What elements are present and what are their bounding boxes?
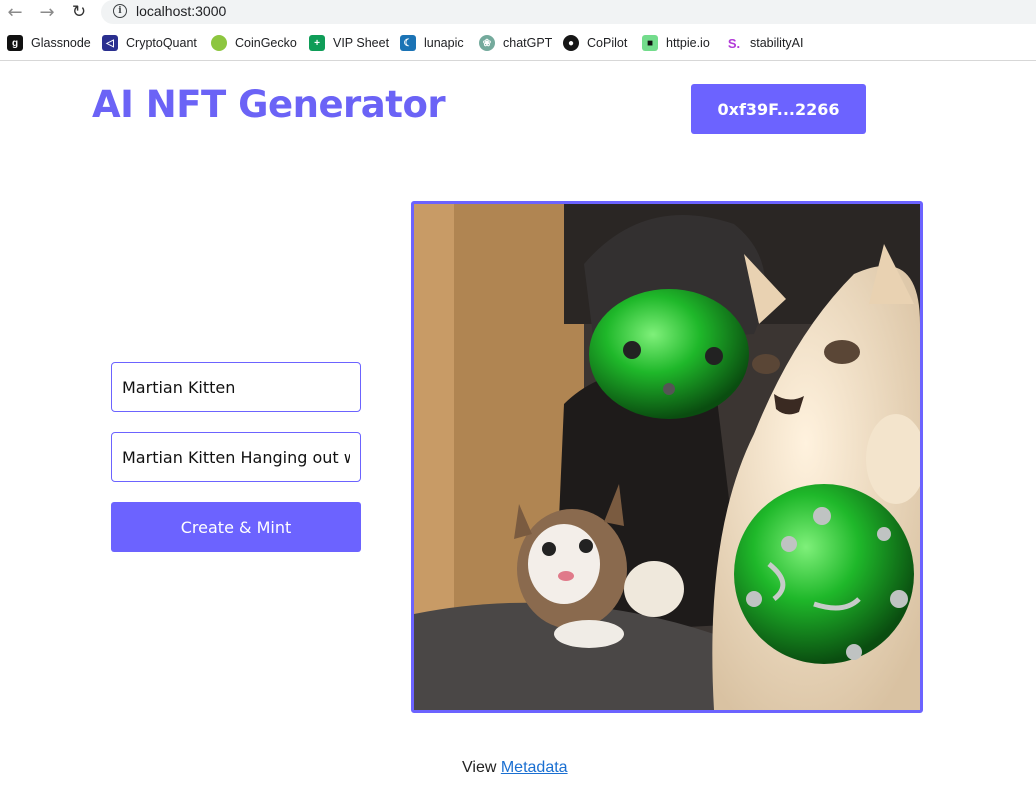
- forward-arrow-icon[interactable]: →: [35, 0, 59, 24]
- bookmark-label: CoinGecko: [235, 36, 297, 50]
- github-icon: ●: [563, 35, 579, 51]
- chrome-divider: [0, 60, 1036, 61]
- bookmark-label: stabilityAI: [750, 36, 804, 50]
- sheets-icon: +: [309, 35, 325, 51]
- generated-nft-image: [411, 201, 923, 713]
- create-mint-button[interactable]: Create & Mint: [111, 502, 361, 552]
- stability-icon: S.: [726, 35, 742, 51]
- bookmark-label: VIP Sheet: [333, 36, 390, 50]
- bookmark-glassnode[interactable]: g Glassnode: [7, 34, 91, 52]
- metadata-link[interactable]: Metadata: [501, 759, 568, 776]
- bookmark-label: CryptoQuant: [126, 36, 197, 50]
- bookmark-lunapic[interactable]: ☾ lunapic: [400, 34, 464, 52]
- nft-image-graphic: [414, 204, 920, 710]
- site-info-icon[interactable]: i: [113, 4, 127, 18]
- bookmark-label: httpie.io: [666, 36, 710, 50]
- coingecko-icon: [211, 35, 227, 51]
- bookmark-chatgpt[interactable]: ❀ chatGPT: [479, 34, 552, 52]
- view-label: View: [462, 759, 497, 776]
- browser-toolbar: ← → ↻ i localhost:3000: [0, 0, 1036, 26]
- wallet-account-button[interactable]: 0xf39F...2266: [691, 84, 866, 134]
- view-metadata: View Metadata: [462, 759, 568, 777]
- bookmark-label: CoPilot: [587, 36, 628, 50]
- name-input[interactable]: [111, 362, 361, 412]
- page-title: AI NFT Generator: [92, 83, 446, 126]
- glassnode-icon: g: [7, 35, 23, 51]
- description-input[interactable]: [111, 432, 361, 482]
- bookmark-coingecko[interactable]: CoinGecko: [211, 34, 297, 52]
- httpie-icon: ■: [642, 35, 658, 51]
- url-text: localhost:3000: [136, 3, 227, 19]
- bookmarks-bar: g Glassnode ◁ CryptoQuant CoinGecko + VI…: [0, 29, 1036, 57]
- address-bar[interactable]: i localhost:3000: [101, 0, 1036, 24]
- bookmark-vip-sheet[interactable]: + VIP Sheet: [309, 34, 389, 52]
- bookmark-copilot[interactable]: ● CoPilot: [563, 34, 627, 52]
- bookmark-stabilityai[interactable]: S. stabilityAI: [726, 34, 804, 52]
- bookmark-label: lunapic: [424, 36, 464, 50]
- chatgpt-icon: ❀: [479, 35, 495, 51]
- bookmark-label: Glassnode: [31, 36, 91, 50]
- bookmark-httpie[interactable]: ■ httpie.io: [642, 34, 710, 52]
- bookmark-label: chatGPT: [503, 36, 553, 50]
- lunapic-icon: ☾: [400, 35, 416, 51]
- cryptoquant-icon: ◁: [102, 35, 118, 51]
- bookmark-cryptoquant[interactable]: ◁ CryptoQuant: [102, 34, 197, 52]
- back-arrow-icon[interactable]: ←: [3, 0, 27, 24]
- reload-icon[interactable]: ↻: [67, 0, 91, 24]
